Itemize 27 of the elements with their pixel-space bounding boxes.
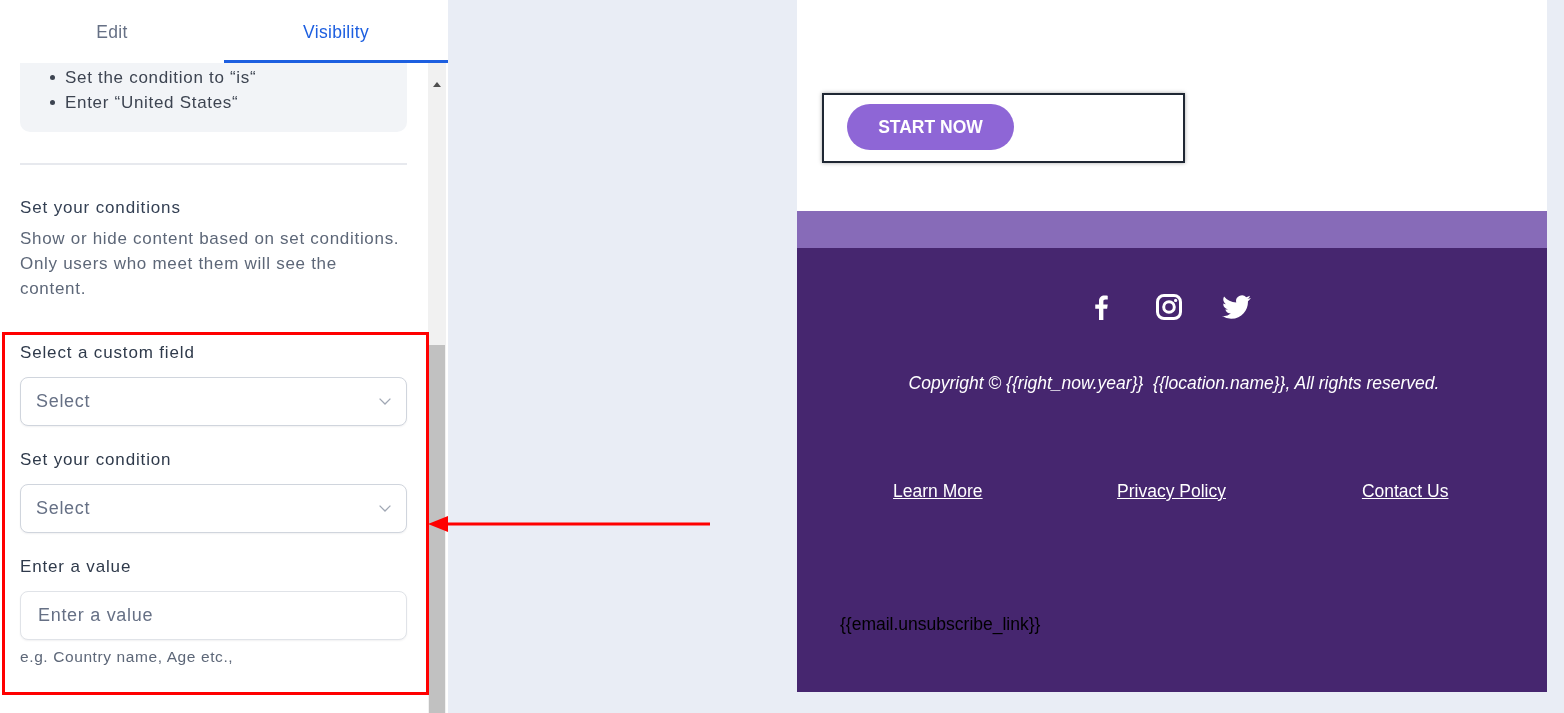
chevron-down-icon	[379, 398, 391, 405]
unsubscribe-placeholder-text: {{email.unsubscribe_link}}	[840, 614, 1041, 634]
facebook-icon[interactable]	[1095, 294, 1108, 320]
chevron-down-icon	[379, 505, 391, 512]
footer-link[interactable]: Privacy Policy	[1117, 481, 1226, 501]
section-heading: Set your conditions	[20, 197, 182, 219]
field-label: Set your condition	[20, 449, 172, 471]
bullet-icon	[50, 75, 55, 80]
instruction-text: Enter “United States“	[65, 92, 239, 113]
instagram-icon[interactable]	[1156, 294, 1182, 320]
bullet-icon	[50, 100, 55, 105]
copyright-text: Copyright © {{right_now.year}} {{location.name}}, All rights reserved.	[908, 373, 1440, 393]
hint-text: e.g. Country name, Age etc.,	[20, 648, 234, 666]
dropdown-select[interactable]: Select	[20, 484, 407, 533]
field-label: Enter a value	[20, 556, 132, 578]
scroll-up-icon[interactable]	[433, 82, 441, 87]
footer-link[interactable]: Contact Us	[1361, 481, 1449, 501]
scrollbar-track[interactable]	[428, 63, 446, 713]
dropdown-select[interactable]: Select	[20, 377, 407, 426]
start-now-button[interactable]: START NOW	[847, 104, 1014, 150]
value-input[interactable]: Enter a value	[20, 591, 407, 640]
twitter-bird-icon[interactable]	[1222, 295, 1251, 319]
scrollbar-thumb[interactable]	[429, 345, 445, 713]
field-label: Select a custom field	[20, 342, 195, 364]
footer-link[interactable]: Learn More	[893, 481, 983, 501]
instruction-text: Set the condition to “is“	[65, 67, 257, 88]
section-description: Show or hide content based on set conditions. Only users who meet them will see the content.	[20, 228, 401, 300]
